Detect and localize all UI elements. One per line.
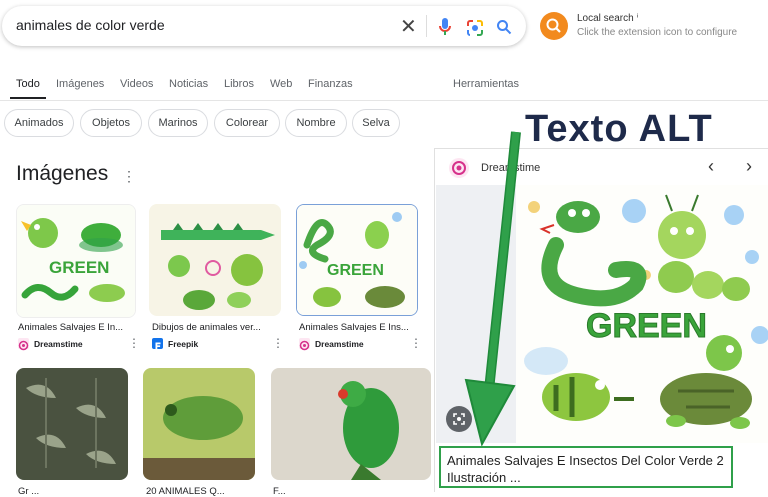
annotation-arrow-icon [464,131,521,447]
freepik-logo-icon [152,338,163,350]
section-title: Imágenes [16,162,109,185]
more-options-icon[interactable]: ⋮ [410,336,422,350]
result-caption-3[interactable]: Animales Salvajes E Ins... [299,322,417,333]
close-icon[interactable]: ✕ [400,14,417,39]
chip-colorear[interactable]: Colorear [214,109,280,137]
result-source-1[interactable]: Dreamstime [34,339,83,349]
annotation-title: Texto ALT [525,108,713,150]
result-image-3-selected[interactable]: GREEN [296,204,418,316]
panel-preview-image[interactable]: GREEN [516,185,768,443]
result-image-4[interactable] [16,368,128,480]
local-search-subtitle: Click the extension icon to configure [577,27,738,38]
google-lens-icon[interactable] [466,19,484,37]
local-search-extension-icon[interactable] [540,12,568,40]
chevron-left-icon[interactable]: ‹ [708,156,714,177]
result-image-5[interactable] [143,368,255,480]
tab-noticias[interactable]: Noticias [169,78,208,90]
dreamstime-logo-icon [299,338,310,351]
alt-text-caption[interactable]: Animales Salvajes E Insectos Del Color V… [439,446,733,488]
tab-imagenes[interactable]: Imágenes [56,78,104,90]
chip-animados[interactable]: Animados [4,109,74,137]
tab-web[interactable]: Web [270,78,292,90]
svg-text:GREEN: GREEN [49,258,109,277]
result-source-2[interactable]: Freepik [168,339,198,349]
active-tab-indicator [10,97,46,99]
more-options-icon[interactable]: ⋮ [122,168,136,185]
local-search-title: Local search ⁱ [577,13,638,24]
search-input[interactable]: animales de color verde [16,17,165,33]
search-separator [426,15,427,37]
result-caption-4[interactable]: Gr ... [18,486,128,497]
info-icon: ⁱ [636,13,639,24]
search-bar[interactable]: animales de color verde ✕ [2,6,526,46]
result-source-3[interactable]: Dreamstime [315,339,364,349]
chip-selva[interactable]: Selva [352,109,400,137]
search-icon[interactable] [496,19,512,35]
local-search-title-text: Local search [577,13,634,24]
svg-text:GREEN: GREEN [327,262,384,279]
result-image-2[interactable] [149,204,281,316]
tab-videos[interactable]: Videos [120,78,153,90]
chevron-right-icon[interactable]: › [746,156,752,177]
tools-button[interactable]: Herramientas [453,78,519,90]
chip-objetos[interactable]: Objetos [80,109,142,137]
result-caption-6[interactable]: F... [273,486,423,497]
microphone-icon[interactable] [438,17,452,37]
chip-nombre[interactable]: Nombre [285,109,347,137]
result-caption-1[interactable]: Animales Salvajes E In... [18,322,136,333]
panel-image-text: GREEN [586,307,707,345]
tab-libros[interactable]: Libros [224,78,254,90]
result-caption-5[interactable]: 20 ANIMALES Q... [146,486,256,497]
dreamstime-logo-icon [18,338,29,351]
tab-finanzas[interactable]: Finanzas [308,78,353,90]
result-image-6[interactable] [271,368,431,480]
tabs-divider [0,100,768,101]
result-image-1[interactable]: GREEN [16,204,136,318]
more-options-icon[interactable]: ⋮ [272,336,284,350]
more-options-icon[interactable]: ⋮ [128,336,140,350]
chip-marinos[interactable]: Marinos [148,109,208,137]
result-caption-2[interactable]: Dibujos de animales ver... [152,322,276,333]
tab-todo[interactable]: Todo [16,78,40,90]
